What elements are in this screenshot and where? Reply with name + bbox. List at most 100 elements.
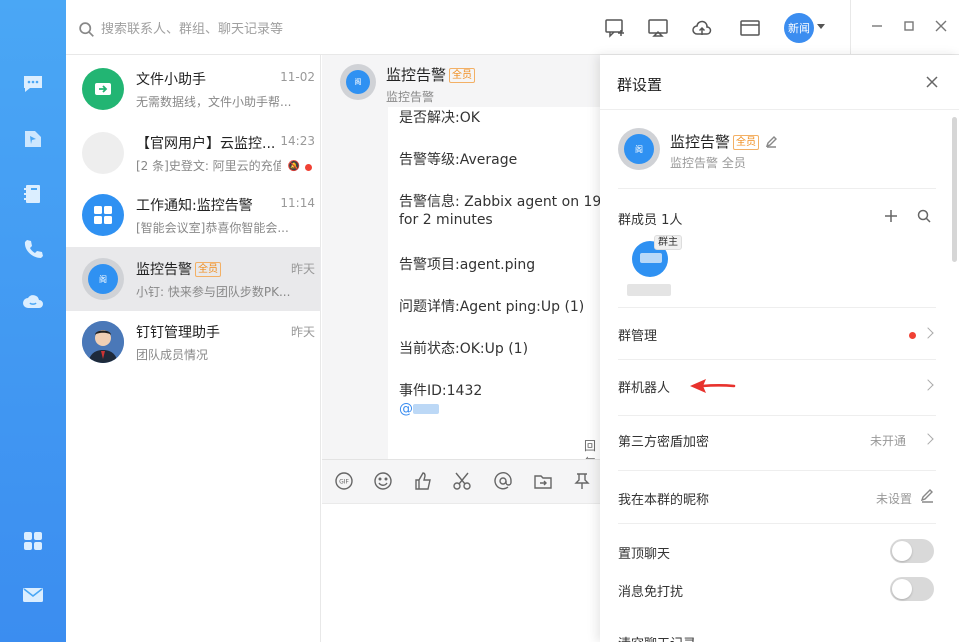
- conversation-time: 昨天: [290, 325, 315, 339]
- divider: [618, 523, 936, 524]
- user-avatar[interactable]: 新闻: [784, 13, 814, 43]
- row-label: 消息免打扰: [618, 585, 684, 600]
- divider: [600, 109, 959, 110]
- all-members-badge: 全员: [449, 68, 476, 83]
- ding-icon[interactable]: [19, 125, 47, 153]
- chat-icon[interactable]: [19, 70, 47, 98]
- conversation-item[interactable]: 钉钉管理助手 昨天 团队成员情况: [66, 310, 321, 374]
- conversation-time: 11-02: [280, 70, 315, 84]
- window-icon[interactable]: [739, 17, 761, 39]
- mail-icon[interactable]: [19, 581, 47, 609]
- do-not-disturb-toggle[interactable]: [890, 577, 934, 601]
- unread-dot: [305, 164, 312, 171]
- chat-subtitle: 监控告警: [386, 90, 435, 104]
- emoji-icon[interactable]: [373, 471, 393, 491]
- row-label: 群机器人: [618, 381, 671, 396]
- clear-history-row[interactable]: 清空聊天记录: [618, 633, 936, 642]
- new-chat-icon[interactable]: [604, 17, 626, 39]
- row-label: 群管理: [618, 329, 658, 344]
- message-input[interactable]: [322, 503, 600, 642]
- chat-header: 阁 监控告警 全员 监控告警: [322, 55, 600, 111]
- edit-icon[interactable]: [920, 489, 934, 503]
- mention[interactable]: @: [399, 401, 439, 417]
- maximize-icon[interactable]: [902, 19, 918, 35]
- screenshot-scissors-icon[interactable]: [452, 471, 472, 491]
- message-line: 告警等级:Average: [399, 152, 518, 168]
- search-box[interactable]: [78, 18, 378, 40]
- divider: [618, 470, 936, 471]
- chat-title: 监控告警 全员: [386, 64, 476, 85]
- add-member-icon[interactable]: [883, 208, 899, 224]
- like-icon[interactable]: [413, 471, 433, 491]
- group-avatar[interactable]: 阁: [618, 128, 660, 170]
- scrollbar[interactable]: [952, 117, 957, 262]
- members-count: 群成员 1人: [618, 213, 683, 228]
- conversation-item[interactable]: 【官网用户】云监控... 14:23 [2 条]史登文: 阿里云的充值... 🔕: [66, 121, 321, 185]
- cloud-upload-icon[interactable]: [691, 17, 713, 39]
- chevron-right-icon: [922, 379, 934, 391]
- conversation-time: 11:14: [280, 196, 315, 210]
- chevron-right-icon: [922, 327, 934, 339]
- group-robot-row[interactable]: 群机器人: [618, 377, 936, 397]
- close-icon[interactable]: [934, 19, 950, 35]
- conversation-name: 文件小助手: [136, 72, 206, 88]
- all-members-badge: 全员: [733, 135, 760, 150]
- screen-share-icon[interactable]: [647, 17, 669, 39]
- conversation-name: 监控告警 全员: [136, 259, 221, 279]
- conversation-item[interactable]: 文件小助手 11-02 无需数据线，文件小助手帮...: [66, 57, 321, 121]
- message-bubble: 是否解决:OK 告警等级:Average 告警信息: Zabbix agent …: [388, 107, 600, 481]
- mention-icon[interactable]: [493, 471, 513, 491]
- search-icon[interactable]: [916, 208, 932, 224]
- file-send-icon[interactable]: [533, 471, 553, 491]
- message-line: 当前状态:OK:Up (1): [399, 341, 529, 357]
- phone-icon[interactable]: [19, 235, 47, 263]
- group-avatar: 阁: [82, 258, 124, 300]
- minimize-icon[interactable]: [870, 19, 886, 35]
- work-notice-icon: [82, 194, 124, 236]
- avatar: [82, 321, 124, 363]
- contacts-icon[interactable]: [19, 180, 47, 208]
- row-label: 置顶聊天: [618, 547, 671, 562]
- do-not-disturb-row: 消息免打扰: [618, 577, 936, 601]
- conversation-name: 【官网用户】云监控...: [136, 136, 276, 152]
- conversation-preview: 小钉: 快来参与团队步数PK...: [136, 285, 291, 299]
- pin-icon[interactable]: [572, 471, 592, 491]
- divider: [618, 415, 936, 416]
- mute-icon: 🔕: [287, 161, 300, 172]
- top-bar: 新闻: [66, 0, 959, 55]
- row-label: 第三方密盾加密: [618, 435, 710, 450]
- file-transfer-icon: [82, 68, 124, 110]
- left-nav: [0, 0, 66, 642]
- message-line: 告警信息: Zabbix agent on 192: [399, 194, 600, 210]
- close-icon[interactable]: [926, 76, 940, 90]
- group-manage-row[interactable]: 群管理: [618, 325, 936, 345]
- pin-chat-toggle[interactable]: [890, 539, 934, 563]
- gif-icon[interactable]: GIF: [334, 471, 354, 491]
- divider: [850, 0, 851, 55]
- row-value: 未设置: [875, 492, 912, 506]
- third-party-encryption-row[interactable]: 第三方密盾加密 未开通: [618, 431, 936, 451]
- notification-dot: [909, 332, 916, 339]
- divider: [618, 307, 936, 308]
- cloud-icon[interactable]: [19, 288, 47, 316]
- message-line: 事件ID:1432: [399, 383, 483, 399]
- my-nickname-row[interactable]: 我在本群的昵称 未设置: [618, 489, 936, 509]
- conversation-item[interactable]: 阁 监控告警 全员 昨天 小钉: 快来参与团队步数PK...: [66, 247, 321, 311]
- conversation-list: 文件小助手 11-02 无需数据线，文件小助手帮... 【官网用户】云监控...…: [66, 55, 321, 642]
- svg-text:GIF: GIF: [339, 479, 349, 486]
- conversation-name: 钉钉管理助手: [136, 325, 220, 341]
- owner-badge: 群主: [654, 235, 682, 250]
- apps-grid-icon[interactable]: [19, 527, 47, 555]
- edit-icon[interactable]: [765, 134, 778, 148]
- conversation-item[interactable]: 工作通知:监控告警 11:14 [智能会议室]恭喜你智能会...: [66, 183, 321, 247]
- member-name: [627, 284, 671, 296]
- divider: [618, 359, 936, 360]
- annotation-arrow-icon: [690, 379, 736, 393]
- conversation-name: 工作通知:监控告警: [136, 198, 253, 214]
- group-avatar[interactable]: 阁: [340, 64, 376, 100]
- search-icon: [79, 21, 94, 37]
- search-input[interactable]: [101, 21, 361, 37]
- panel-title: 群设置: [617, 76, 663, 94]
- chevron-down-icon[interactable]: [817, 24, 825, 29]
- message-line: 告警项目:agent.ping: [399, 257, 536, 273]
